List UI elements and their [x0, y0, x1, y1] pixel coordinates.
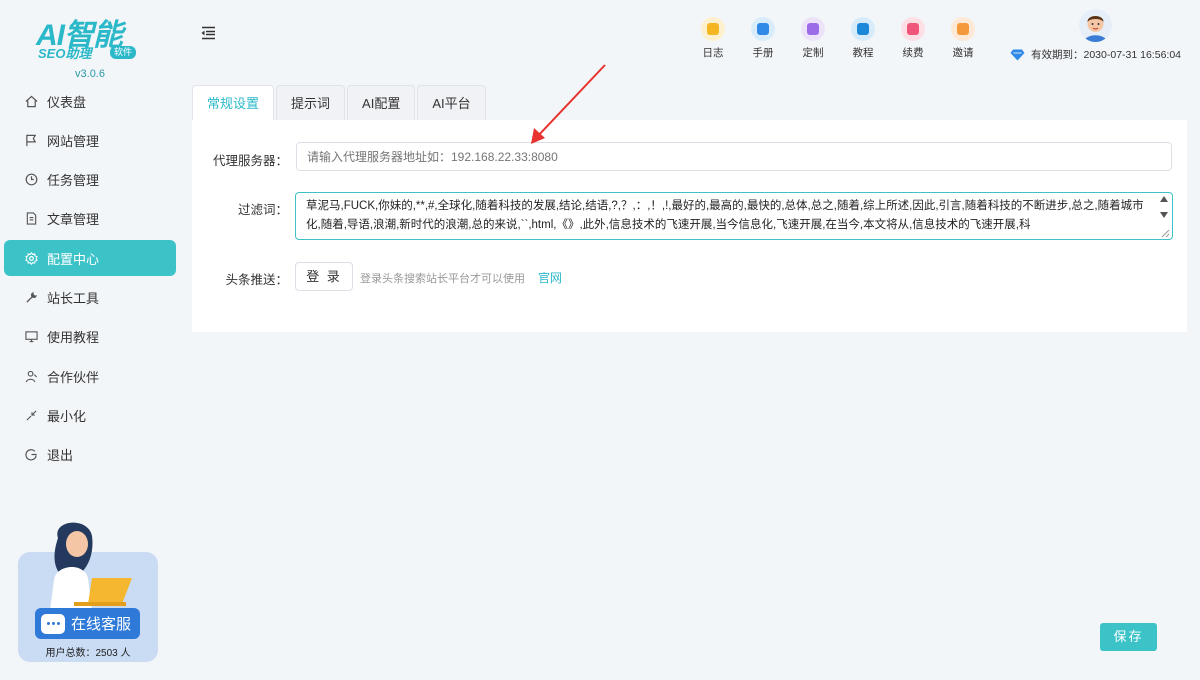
user-count: 用户总数：2503 人 — [45, 648, 131, 659]
avatar[interactable] — [1079, 9, 1112, 42]
sidebar-item-minimize[interactable]: 最小化 — [4, 397, 176, 433]
login-hint: 登录头条搜索站长平台才可以使用 — [360, 273, 525, 285]
tab-prompts[interactable]: 提示词 — [276, 85, 346, 121]
tool-custom[interactable]: 定制 — [788, 14, 838, 60]
filter-words-textarea[interactable]: 草泥马,FUCK,你妹的,**,#,全球化,随着科技的发展,结论,结语,?,？,… — [295, 192, 1173, 240]
custom-icon — [801, 17, 825, 41]
tool-log[interactable]: 日志 — [688, 14, 738, 60]
expiry-text: 有效期到：2030-07-31 16:56:04 — [1031, 49, 1181, 61]
tool-invite[interactable]: 邀请 — [938, 14, 988, 60]
tool-manual[interactable]: 手册 — [738, 14, 788, 60]
annotation-arrow-icon — [531, 64, 606, 144]
save-button[interactable]: 保存 — [1100, 623, 1157, 651]
online-service-label: 在线客服 — [71, 616, 132, 633]
tool-tutorial[interactable]: 教程 — [838, 14, 888, 60]
gear-icon — [24, 251, 38, 265]
document-icon — [24, 212, 38, 226]
minimize-icon — [24, 408, 38, 422]
log-icon — [701, 17, 725, 41]
manual-icon — [751, 17, 775, 41]
sidebar-nav: 仪表盘 网站管理 任务管理 文章管理 配置中心 站长工具 使用教程 合作伙伴 最… — [4, 83, 176, 476]
sidebar-item-label: 站长工具 — [47, 290, 100, 306]
app-logo: AI智能 SEO助理 软件 — [30, 10, 150, 70]
sidebar-item-label: 使用教程 — [47, 330, 100, 346]
toolbar: 日志 手册 定制 教程 续费 邀请 — [688, 14, 988, 60]
sidebar-item-partners[interactable]: 合作伙伴 — [4, 358, 176, 394]
chat-icon — [41, 613, 65, 634]
collapse-menu-icon[interactable] — [200, 26, 216, 40]
tool-label: 续费 — [902, 47, 924, 59]
monitor-icon — [24, 330, 38, 344]
sidebar-item-logout[interactable]: 退出 — [4, 437, 176, 473]
proxy-server-label: 代理服务器： — [212, 154, 288, 168]
tool-label: 日志 — [702, 47, 724, 59]
support-agent-illustration — [50, 522, 132, 610]
home-icon — [24, 94, 38, 108]
toutiao-push-label: 头条推送： — [225, 273, 288, 287]
proxy-server-input[interactable] — [296, 142, 1172, 171]
tool-label: 手册 — [752, 47, 774, 59]
sidebar-item-label: 配置中心 — [47, 251, 100, 267]
resize-grip-icon[interactable] — [1160, 228, 1170, 238]
invite-icon — [951, 17, 975, 41]
renew-icon — [901, 17, 925, 41]
tab-ai-config[interactable]: AI配置 — [347, 85, 416, 121]
tool-label: 教程 — [852, 47, 874, 59]
sidebar-item-sites[interactable]: 网站管理 — [4, 122, 176, 158]
logout-icon — [24, 448, 38, 462]
sidebar-item-dashboard[interactable]: 仪表盘 — [4, 83, 176, 119]
logo-badge: 软件 — [110, 46, 137, 59]
settings-tabs: 常规设置 提示词 AI配置 AI平台 — [192, 85, 488, 121]
tab-ai-platform[interactable]: AI平台 — [417, 85, 486, 121]
tab-general-settings[interactable]: 常规设置 — [192, 85, 275, 121]
scroll-up-arrow-icon[interactable] — [1160, 196, 1168, 202]
sidebar-item-tutorial[interactable]: 使用教程 — [4, 319, 176, 355]
sidebar-item-label: 最小化 — [47, 408, 87, 424]
sidebar-item-config[interactable]: 配置中心 — [4, 240, 176, 277]
flag-icon — [24, 133, 38, 147]
tool-label: 邀请 — [952, 47, 974, 59]
sidebar-item-label: 文章管理 — [47, 212, 100, 228]
version-label: v3.0.6 — [75, 68, 105, 80]
clock-icon — [24, 173, 38, 187]
expiry-info: 有效期到：2030-07-31 16:56:04 — [1010, 47, 1181, 62]
sidebar-item-label: 仪表盘 — [47, 94, 87, 110]
scroll-down-arrow-icon[interactable] — [1160, 212, 1168, 218]
sidebar-item-label: 任务管理 — [47, 173, 100, 189]
tool-renew[interactable]: 续费 — [888, 14, 938, 60]
wrench-icon — [24, 290, 38, 304]
tool-label: 定制 — [802, 47, 824, 59]
filter-words-label: 过滤词： — [237, 203, 288, 217]
sidebar-item-articles[interactable]: 文章管理 — [4, 201, 176, 237]
vip-diamond-icon — [1010, 49, 1025, 60]
logo-subtitle: SEO助理 — [38, 46, 92, 61]
online-service-button[interactable]: 在线客服 — [35, 608, 140, 639]
sidebar-item-webmaster-tools[interactable]: 站长工具 — [4, 279, 176, 315]
sidebar-item-label: 网站管理 — [47, 133, 100, 149]
partner-icon — [24, 369, 38, 383]
sidebar-item-label: 合作伙伴 — [47, 369, 100, 385]
sidebar-item-tasks[interactable]: 任务管理 — [4, 162, 176, 198]
sidebar: AI智能 SEO助理 软件 v3.0.6 仪表盘 网站管理 任务管理 文章管理 … — [0, 0, 180, 680]
sidebar-item-label: 退出 — [47, 448, 74, 464]
login-button[interactable]: 登 录 — [295, 262, 353, 291]
official-site-link[interactable]: 官网 — [538, 269, 562, 286]
tutorial-icon — [851, 17, 875, 41]
